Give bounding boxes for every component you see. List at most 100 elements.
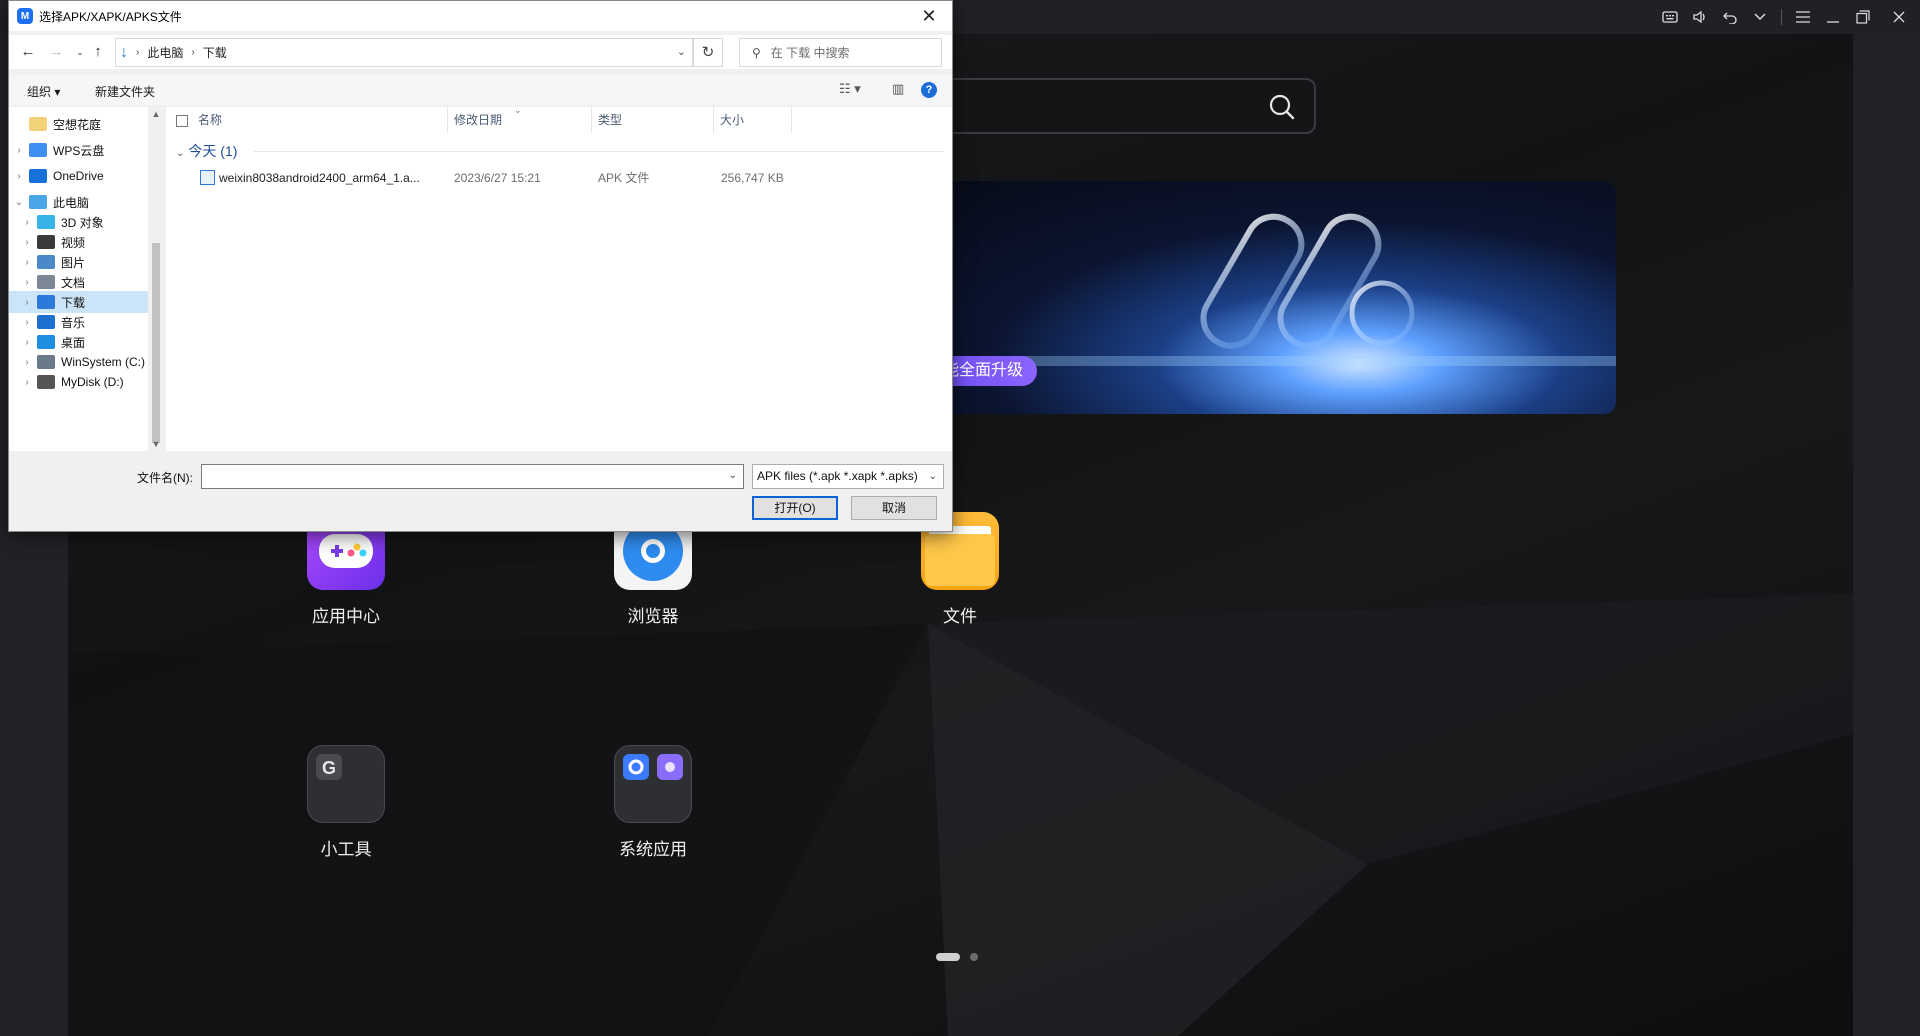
chevron-right-icon[interactable]: › [13,171,25,182]
cancel-button[interactable]: 取消 [851,496,937,520]
organize-menu[interactable]: 组织 ▾ [27,83,60,100]
chevron-right-icon[interactable]: › [21,317,33,328]
tools-folder[interactable]: G 小工具 [271,745,421,860]
nav-item[interactable]: › OneDrive [9,165,148,187]
nav-item[interactable]: › 图片 [9,251,148,273]
navigation-scrollbar[interactable]: ▲ ▼ [148,107,164,451]
3d-objects-icon [37,215,55,229]
column-size[interactable]: 大小 [714,107,792,133]
refresh-icon[interactable]: ↻ [693,38,723,67]
restore-icon[interactable] [1848,0,1878,34]
nav-item[interactable]: › WPS云盘 [9,139,148,161]
new-folder-button[interactable]: 新建文件夹 [95,83,155,100]
chevron-right-icon[interactable]: › [191,47,194,58]
nav-item[interactable]: › 视频 [9,231,148,253]
breadcrumb-this-pc[interactable]: 此电脑 [147,44,183,61]
group-header-today[interactable]: ⌄ 今天 (1) [176,141,237,161]
column-name-label: 名称 [198,113,223,127]
menu-icon[interactable] [1788,0,1818,34]
chevron-right-icon[interactable]: › [136,47,139,58]
group-divider [254,151,944,152]
nav-item[interactable]: ⌄ 此电脑 [9,191,148,213]
nav-item-label: 视频 [61,235,86,250]
keyboard-icon[interactable] [1655,0,1685,34]
filename-input[interactable]: ⌄ [201,464,744,489]
filetype-select[interactable]: APK files (*.apk *.xapk *.apks) ⌄ [752,464,944,489]
close-icon[interactable] [1878,0,1920,34]
search-icon [1269,94,1295,120]
pictures-icon [37,255,55,269]
nav-item-label: 桌面 [61,335,86,350]
command-bar: 组织 ▾ 新建文件夹 ☷ ▾ ▥ ? [9,75,952,105]
back-arrow-icon[interactable]: ← [17,42,39,62]
column-size-label: 大小 [720,113,745,127]
nav-item[interactable]: › 3D 对象 [9,211,148,233]
file-type: APK 文件 [598,171,650,185]
file-open-dialog: M 选择APK/XAPK/APKS文件 ✕ ← → ⌄ ↑ ↓ › 此电脑 › … [8,0,953,532]
file-date: 2023/6/27 15:21 [454,171,541,185]
folder-icon [29,117,47,131]
scroll-down-icon[interactable]: ▼ [148,439,164,449]
chevron-right-icon[interactable]: › [21,237,33,248]
drive-icon [37,355,55,369]
nav-item[interactable]: › 下载 [9,291,148,313]
column-type-label: 类型 [598,113,623,127]
open-button[interactable]: 打开(O) [752,496,838,520]
page-indicator [936,953,978,961]
chevron-right-icon[interactable]: › [21,277,33,288]
video-icon [37,235,55,249]
file-name-cell[interactable]: weixin8038android2400_arm64_1.a... [200,167,462,189]
search-field[interactable]: ⚲ 在 下载 中搜索 [739,38,942,67]
chevron-right-icon[interactable]: › [21,377,33,388]
chevron-down-icon[interactable]: ⌄ [729,470,737,481]
chevron-right-icon[interactable]: › [21,337,33,348]
forward-arrow-icon[interactable]: → [45,42,67,62]
volume-icon[interactable] [1685,0,1715,34]
chevron-right-icon[interactable]: › [21,297,33,308]
nav-item[interactable]: › WinSystem (C:) [9,351,148,373]
chevron-down-icon[interactable] [1745,0,1775,34]
svg-text:G: G [322,758,336,778]
undo-icon[interactable] [1715,0,1745,34]
chevron-right-icon[interactable]: › [21,217,33,228]
page-dot [970,953,978,961]
column-name[interactable]: 名称 [166,107,448,133]
preview-pane-icon[interactable]: ▥ [892,81,904,97]
scroll-up-icon[interactable]: ▲ [148,109,164,119]
close-icon[interactable]: ✕ [906,1,952,31]
nav-item[interactable]: › 文档 [9,271,148,293]
nav-item-label: 音乐 [61,315,86,330]
view-options-icon[interactable]: ☷ ▾ [839,81,861,97]
up-arrow-icon[interactable]: ↑ [87,42,109,62]
select-all-checkbox[interactable] [176,114,188,127]
app-label: 系统应用 [619,840,687,859]
chevron-right-icon[interactable]: › [13,145,25,156]
window-controls [1655,0,1920,34]
chevron-right-icon[interactable]: › [21,357,33,368]
chevron-right-icon[interactable]: › [21,257,33,268]
system-apps-folder[interactable]: 系统应用 [578,745,728,860]
chevron-down-icon[interactable]: ⌄ [176,148,184,159]
navigation-bar: ← → ⌄ ↑ ↓ › 此电脑 › 下载 ⌄ ↻ ⚲ 在 下载 中搜索 [9,35,952,69]
minimize-icon[interactable] [1818,0,1848,34]
chevron-down-icon[interactable]: ⌄ [926,465,937,488]
apk-file-icon [200,170,215,186]
nav-item[interactable]: › 音乐 [9,311,148,333]
onedrive-icon [29,169,47,183]
address-bar[interactable]: ↓ › 此电脑 › 下载 ⌄ [115,38,693,67]
file-name: weixin8038android2400_arm64_1.a... [219,171,420,185]
chevron-down-icon[interactable]: ⌄ [677,45,686,58]
chevron-down-icon[interactable]: ⌄ [13,197,25,208]
column-type[interactable]: 类型 [592,107,714,133]
app-label: 浏览器 [627,607,679,626]
help-icon[interactable]: ? [921,82,937,98]
nav-item[interactable]: › MyDisk (D:) [9,371,148,393]
breadcrumb-downloads[interactable]: 下载 [203,44,227,61]
system-folder-icon [614,745,692,823]
nav-item[interactable]: 空想花庭 [9,113,148,135]
scrollbar-thumb[interactable] [152,243,160,443]
page-dot-active [936,953,960,961]
nav-item[interactable]: › 桌面 [9,331,148,353]
file-size: 256,747 KB [721,171,784,185]
column-date[interactable]: 修改日期 ⌄ [448,105,592,133]
